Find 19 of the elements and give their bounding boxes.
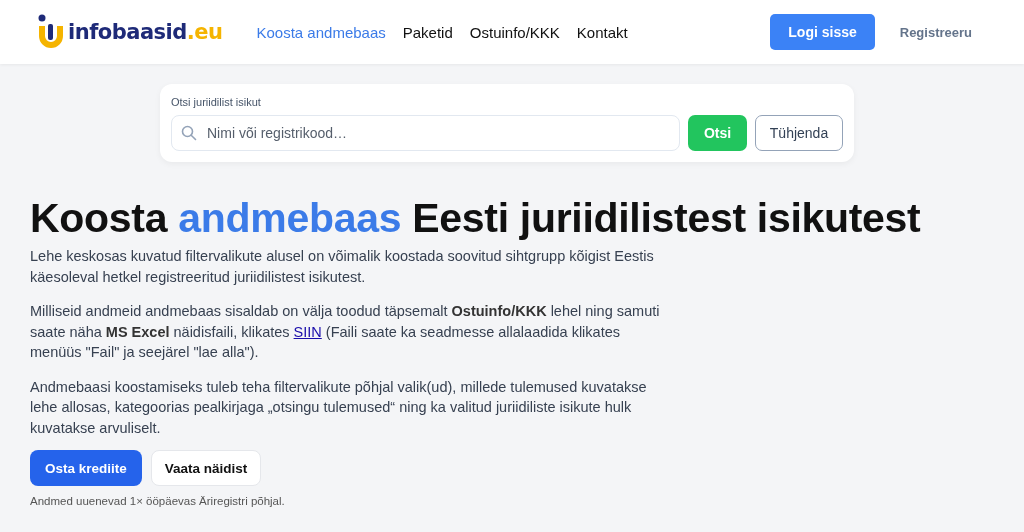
view-sample-button[interactable]: Vaata näidist bbox=[150, 450, 262, 486]
register-link[interactable]: Registreeru bbox=[899, 24, 972, 40]
nav-link[interactable]: Koosta andmebaas bbox=[256, 23, 386, 41]
logo-icon bbox=[36, 14, 66, 50]
buy-credits-button[interactable]: Osta krediite bbox=[30, 450, 142, 486]
nav-link[interactable]: Kontakt bbox=[576, 23, 628, 41]
update-note: Andmed uuenevad 1× ööpäevas Äriregistri põhjal. bbox=[30, 495, 286, 507]
page-title: Koosta andmebaas Eesti juriidilistest isikutest bbox=[30, 194, 922, 242]
login-button[interactable]: Logi sisse bbox=[770, 14, 875, 50]
paragraph: Milliseid andmeid andmebaas sisaldab on välja toodud täpsemalt Ostuinfo/KKK lehel ning samuti saate näha MS Excel näidisfaili, klikates SIIN (Faili saate ka seadmesse allalaadida klikates menüüs "Fail" ja seejärel "lae alla"). bbox=[30, 302, 660, 362]
clear-button[interactable]: Tühjenda bbox=[755, 115, 843, 151]
search-label: Otsi juriidilist isikut bbox=[171, 96, 262, 108]
nav-link[interactable]: Ostuinfo/KKK bbox=[469, 23, 560, 41]
siin-link[interactable]: SIIN bbox=[293, 323, 322, 340]
paragraph: Lehe keskosas kuvatud filtervalikute alusel on võimalik koostada soovitud sihtgrupp kõigist Eestis käesoleval hetkel registreeritud juriidilistest isikutest. bbox=[30, 247, 655, 287]
search-field[interactable]: Nimi või registrikood… bbox=[171, 115, 680, 151]
paragraph: Andmebaasi koostamiseks tuleb teha filtervalikute põhjal valik(ud), millede tulemused kuvatakse lehe allosas, kategoorias pealkirjaga „otsingu tulemused“ ning ka valitud juriidiliste isikute hulk kuvatakse arvuliselt. bbox=[30, 377, 648, 438]
logo-text[interactable]: infobaasid.eu bbox=[68, 20, 223, 44]
nav-link[interactable]: Paketid bbox=[402, 23, 453, 41]
